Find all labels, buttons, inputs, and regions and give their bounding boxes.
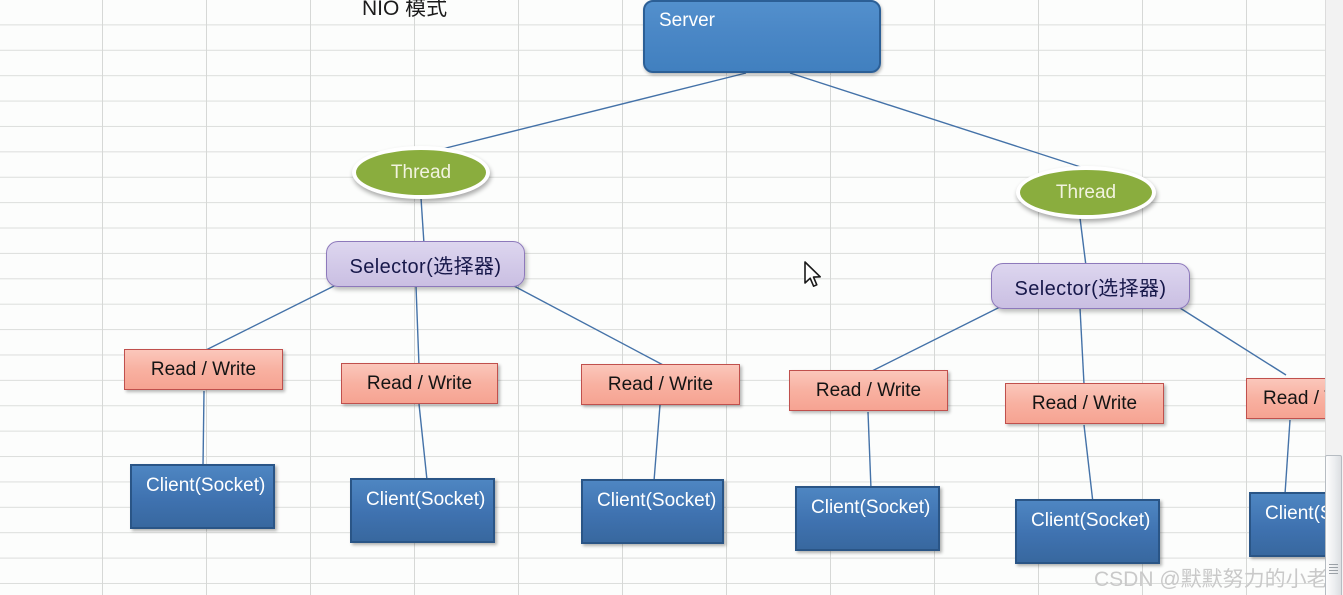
selector-label-right: Selector(选择器) <box>1014 277 1167 300</box>
read-write-label-5: Read / Write <box>1031 392 1138 414</box>
server-node[interactable]: Server <box>643 0 881 73</box>
selector-node-left[interactable]: Selector(选择器) <box>326 241 525 287</box>
read-write-node-1[interactable]: Read / Write <box>124 349 283 390</box>
scrollbar-grip-icon <box>1329 564 1338 575</box>
client-label-3: Client(Socket) <box>597 490 717 511</box>
client-node-2[interactable]: Client(Socket) <box>350 478 495 543</box>
thread-node-left[interactable]: Thread <box>352 146 490 199</box>
diagram-title: NIO 模式 <box>362 0 448 20</box>
read-write-node-4[interactable]: Read / Write <box>789 370 948 411</box>
selector-node-right[interactable]: Selector(选择器) <box>991 263 1190 309</box>
csdn-watermark: CSDN @默默努力的小老弟 <box>1094 568 1343 591</box>
read-write-node-5[interactable]: Read / Write <box>1005 383 1164 424</box>
vertical-scrollbar-track[interactable] <box>1325 0 1343 595</box>
read-write-label-2: Read / Write <box>366 372 473 394</box>
client-label-6: Client(S <box>1265 503 1333 524</box>
client-node-3[interactable]: Client(Socket) <box>581 479 724 544</box>
vertical-scrollbar-thumb[interactable] <box>1325 455 1342 595</box>
client-label-2: Client(Socket) <box>366 489 486 510</box>
thread-label-left: Thread <box>390 161 452 183</box>
read-write-label-3: Read / Write <box>607 373 714 395</box>
client-node-4[interactable]: Client(Socket) <box>795 486 940 551</box>
client-label-4: Client(Socket) <box>811 497 931 518</box>
client-node-5[interactable]: Client(Socket) <box>1015 499 1160 564</box>
client-label-1: Client(Socket) <box>146 475 266 496</box>
thread-label-right: Thread <box>1055 181 1117 203</box>
server-label: Server <box>659 10 715 31</box>
read-write-label-4: Read / Write <box>815 379 922 401</box>
read-write-label-1: Read / Write <box>150 358 257 380</box>
client-label-5: Client(Socket) <box>1031 510 1151 531</box>
client-node-1[interactable]: Client(Socket) <box>130 464 275 529</box>
read-write-node-2[interactable]: Read / Write <box>341 363 498 404</box>
diagram-canvas: NIO 模式 Server Thread Thread Selector(选择器… <box>0 0 1343 595</box>
selector-label-left: Selector(选择器) <box>349 255 502 278</box>
thread-node-right[interactable]: Thread <box>1016 166 1156 219</box>
read-write-node-3[interactable]: Read / Write <box>581 364 740 405</box>
